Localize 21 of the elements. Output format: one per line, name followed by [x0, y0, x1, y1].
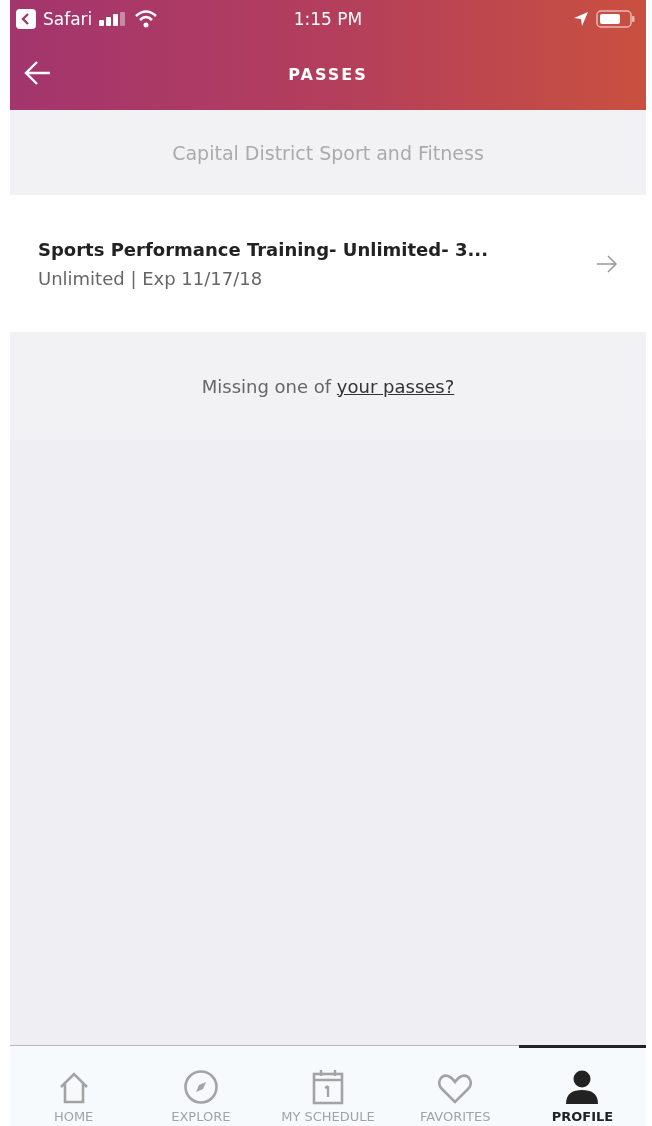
- location-arrow-icon: [573, 11, 589, 27]
- missing-pass-text: Missing one of your passes?: [201, 375, 455, 397]
- clock-time: 1:15 PM: [293, 9, 363, 29]
- wifi-icon: [134, 10, 159, 28]
- pass-item[interactable]: Sports Performance Training- Unlimited- 3... Unlimited | Exp 11/17/18: [10, 195, 646, 332]
- back-app-label[interactable]: Safari: [43, 9, 93, 29]
- person-icon: [565, 1069, 600, 1105]
- page-title: PASSES: [288, 64, 368, 84]
- back-app-icon[interactable]: [16, 9, 36, 29]
- battery-icon: [596, 10, 636, 28]
- heart-icon: [437, 1073, 474, 1105]
- your-passes-link[interactable]: your passes?: [336, 375, 455, 397]
- pass-name: Sports Performance Training- Unlimited- 3...: [38, 238, 488, 260]
- tab-item[interactable]: PROFILE: [518, 1045, 646, 1126]
- gym-name: Capital District Sport and Fitness: [172, 141, 484, 164]
- arrow-right-icon: [596, 253, 618, 274]
- compass-icon: [182, 1069, 219, 1105]
- calendar-icon: [312, 1069, 344, 1105]
- pass-detail: Unlimited | Exp 11/17/18: [38, 267, 264, 289]
- back-arrow-icon[interactable]: [24, 60, 52, 86]
- signal-icon: [99, 12, 128, 26]
